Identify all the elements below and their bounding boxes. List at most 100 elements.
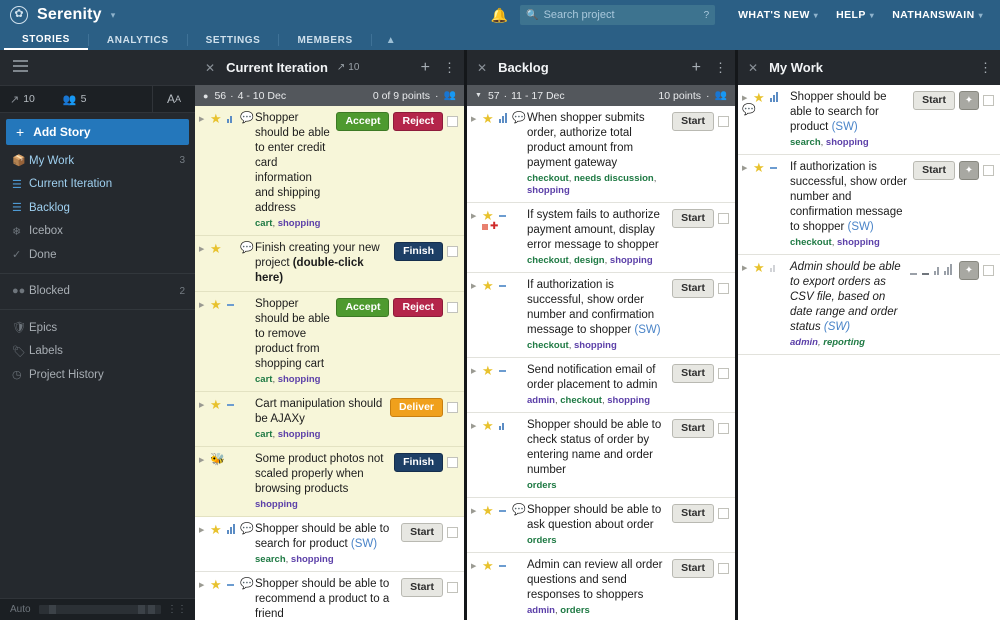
story-checkbox[interactable] (447, 457, 458, 468)
story-labels[interactable]: admin, checkout, shopping (527, 395, 668, 407)
story-labels[interactable]: checkout, shopping (790, 237, 909, 249)
story-card[interactable]: ▶ ★ 💬 Shopper should be able to search f… (738, 85, 1000, 155)
expand-caret-icon[interactable]: ▶ (471, 112, 482, 123)
story-label[interactable]: cart (255, 218, 272, 229)
story-label[interactable]: orders (527, 480, 557, 491)
story-label[interactable]: search (255, 554, 286, 565)
iteration-bar[interactable]: ▼ 57 · 11 - 17 Dec 10 points · 👥 (467, 85, 735, 106)
story-label[interactable]: shopping (826, 137, 869, 148)
accept-button[interactable]: Accept (336, 298, 390, 317)
sidebar-item-labels[interactable]: 🏷 Labels (0, 340, 195, 364)
story-checkbox[interactable] (718, 563, 729, 574)
story-card[interactable]: ▶ ★ Admin can review all order questions… (467, 553, 735, 620)
expand-caret-icon[interactable]: ▶ (199, 112, 210, 123)
story-label[interactable]: admin (527, 605, 555, 616)
story-label[interactable]: checkout (527, 340, 569, 351)
gear-circle-icon[interactable]: ✿ (10, 6, 28, 24)
sidebar-item-blocked[interactable]: ●● Blocked 2 (0, 280, 195, 304)
story-labels[interactable]: search, shopping (790, 137, 909, 149)
expand-caret-icon[interactable]: ▶ (742, 161, 753, 172)
menu-user[interactable]: NATHANSWAIN ▾ (883, 9, 992, 21)
move-story-button[interactable]: ✦ (959, 91, 979, 110)
move-story-button[interactable]: ✦ (959, 161, 979, 180)
slider-knob[interactable] (138, 605, 145, 614)
story-checkbox[interactable] (718, 283, 729, 294)
expand-caret-icon[interactable]: ▶ (471, 279, 482, 290)
story-checkbox[interactable] (718, 213, 729, 224)
estimate-bars-icon[interactable] (499, 559, 512, 570)
story-label[interactable]: shopping (574, 340, 617, 351)
story-checkbox[interactable] (718, 368, 729, 379)
story-label[interactable]: shopping (278, 218, 321, 229)
story-labels[interactable]: search, shopping (255, 554, 397, 566)
story-checkbox[interactable] (718, 116, 729, 127)
estimate-option-2[interactable] (934, 264, 939, 275)
comment-icon[interactable]: 💬 (240, 242, 255, 255)
brand-title[interactable]: Serenity (37, 6, 102, 24)
story-label[interactable]: shopping (527, 185, 570, 196)
reject-button[interactable]: Reject (393, 112, 443, 131)
sidebar-item-my-work[interactable]: 📦 My Work 3 (0, 149, 195, 173)
story-card[interactable]: ▶ ★ If authorization is successful, show… (467, 273, 735, 358)
start-button[interactable]: Start (672, 504, 714, 523)
start-button[interactable]: Start (401, 578, 443, 597)
stat-people[interactable]: 👥 5 (63, 93, 87, 106)
story-label[interactable]: search (790, 137, 821, 148)
story-label[interactable]: cart (255, 374, 272, 385)
estimate-bars-icon[interactable] (499, 112, 512, 123)
story-card[interactable]: ▶ ★ Send notification email of order pla… (467, 358, 735, 413)
start-button[interactable]: Start (913, 161, 955, 180)
estimate-bars-icon[interactable] (499, 419, 512, 430)
story-card[interactable]: ▶ 🐝 Some product photos not scaled prope… (195, 447, 464, 517)
sidebar-item-backlog[interactable]: ☰ Backlog (0, 196, 195, 220)
story-checkbox[interactable] (718, 508, 729, 519)
reject-button[interactable]: Reject (393, 298, 443, 317)
comment-icon[interactable]: 💬 (512, 112, 527, 125)
panel-body[interactable]: ▶ ★ 💬 Shopper should be able to enter cr… (195, 106, 464, 620)
story-label[interactable]: checkout (527, 255, 569, 266)
slider-knob[interactable] (48, 605, 56, 614)
story-label[interactable]: needs discussion (574, 173, 654, 184)
story-checkbox[interactable] (447, 116, 458, 127)
expand-caret-icon[interactable]: ▶ (199, 398, 210, 409)
story-label[interactable]: admin (527, 395, 555, 406)
tab-stories[interactable]: STORIES (4, 30, 88, 50)
chevron-down-icon[interactable]: ▾ (111, 10, 116, 21)
people-icon[interactable]: 👥 (715, 90, 727, 101)
estimate-bars-icon[interactable] (227, 523, 240, 534)
story-label[interactable]: cart (255, 429, 272, 440)
story-label[interactable]: orders (527, 535, 557, 546)
start-button[interactable]: Start (672, 559, 714, 578)
story-checkbox[interactable] (718, 423, 729, 434)
story-card[interactable]: ▶ ★ 💬 Shopper should be able to search f… (195, 517, 464, 572)
story-card[interactable]: ▶ ★ 💬 When shopper submits order, author… (467, 106, 735, 203)
start-button[interactable]: Start (672, 209, 714, 228)
estimate-option-0[interactable] (910, 264, 917, 275)
estimate-bars-icon[interactable] (227, 112, 240, 123)
panel-width-slider[interactable] (38, 605, 161, 614)
start-button[interactable]: Start (672, 279, 714, 298)
story-checkbox[interactable] (983, 95, 994, 106)
search-box[interactable]: 🔍 ? (520, 5, 716, 25)
story-card[interactable]: ▶ ★ Cart manipulation should be AJAXy ca… (195, 392, 464, 447)
expand-caret-icon[interactable]: ▶ (742, 261, 753, 272)
move-story-button[interactable]: ✦ (959, 261, 979, 280)
story-labels[interactable]: admin, orders (527, 605, 668, 617)
story-label[interactable]: shopping (837, 237, 880, 248)
close-icon[interactable]: ✕ (477, 61, 487, 75)
search-input[interactable] (543, 9, 704, 21)
story-label[interactable]: shopping (610, 255, 653, 266)
story-card[interactable]: ▶ ★ If authorization is successful, show… (738, 155, 1000, 255)
comment-icon[interactable]: 💬 (240, 578, 255, 591)
story-label[interactable]: reporting (823, 337, 865, 348)
expand-caret-icon[interactable]: ▶ (471, 504, 482, 515)
bell-icon[interactable]: 🔔 (479, 7, 520, 24)
story-labels[interactable]: orders (527, 480, 668, 492)
finish-button[interactable]: Finish (394, 453, 443, 472)
expand-caret-icon[interactable]: ▶ (471, 419, 482, 430)
auto-label[interactable]: Auto (0, 604, 39, 615)
sidebar-item-epics[interactable]: 🛡 Epics (0, 316, 195, 340)
close-icon[interactable]: ✕ (205, 61, 215, 75)
panel-body[interactable]: ▶ ★ 💬 Shopper should be able to search f… (738, 85, 1000, 620)
story-labels[interactable]: cart, shopping (255, 429, 386, 441)
